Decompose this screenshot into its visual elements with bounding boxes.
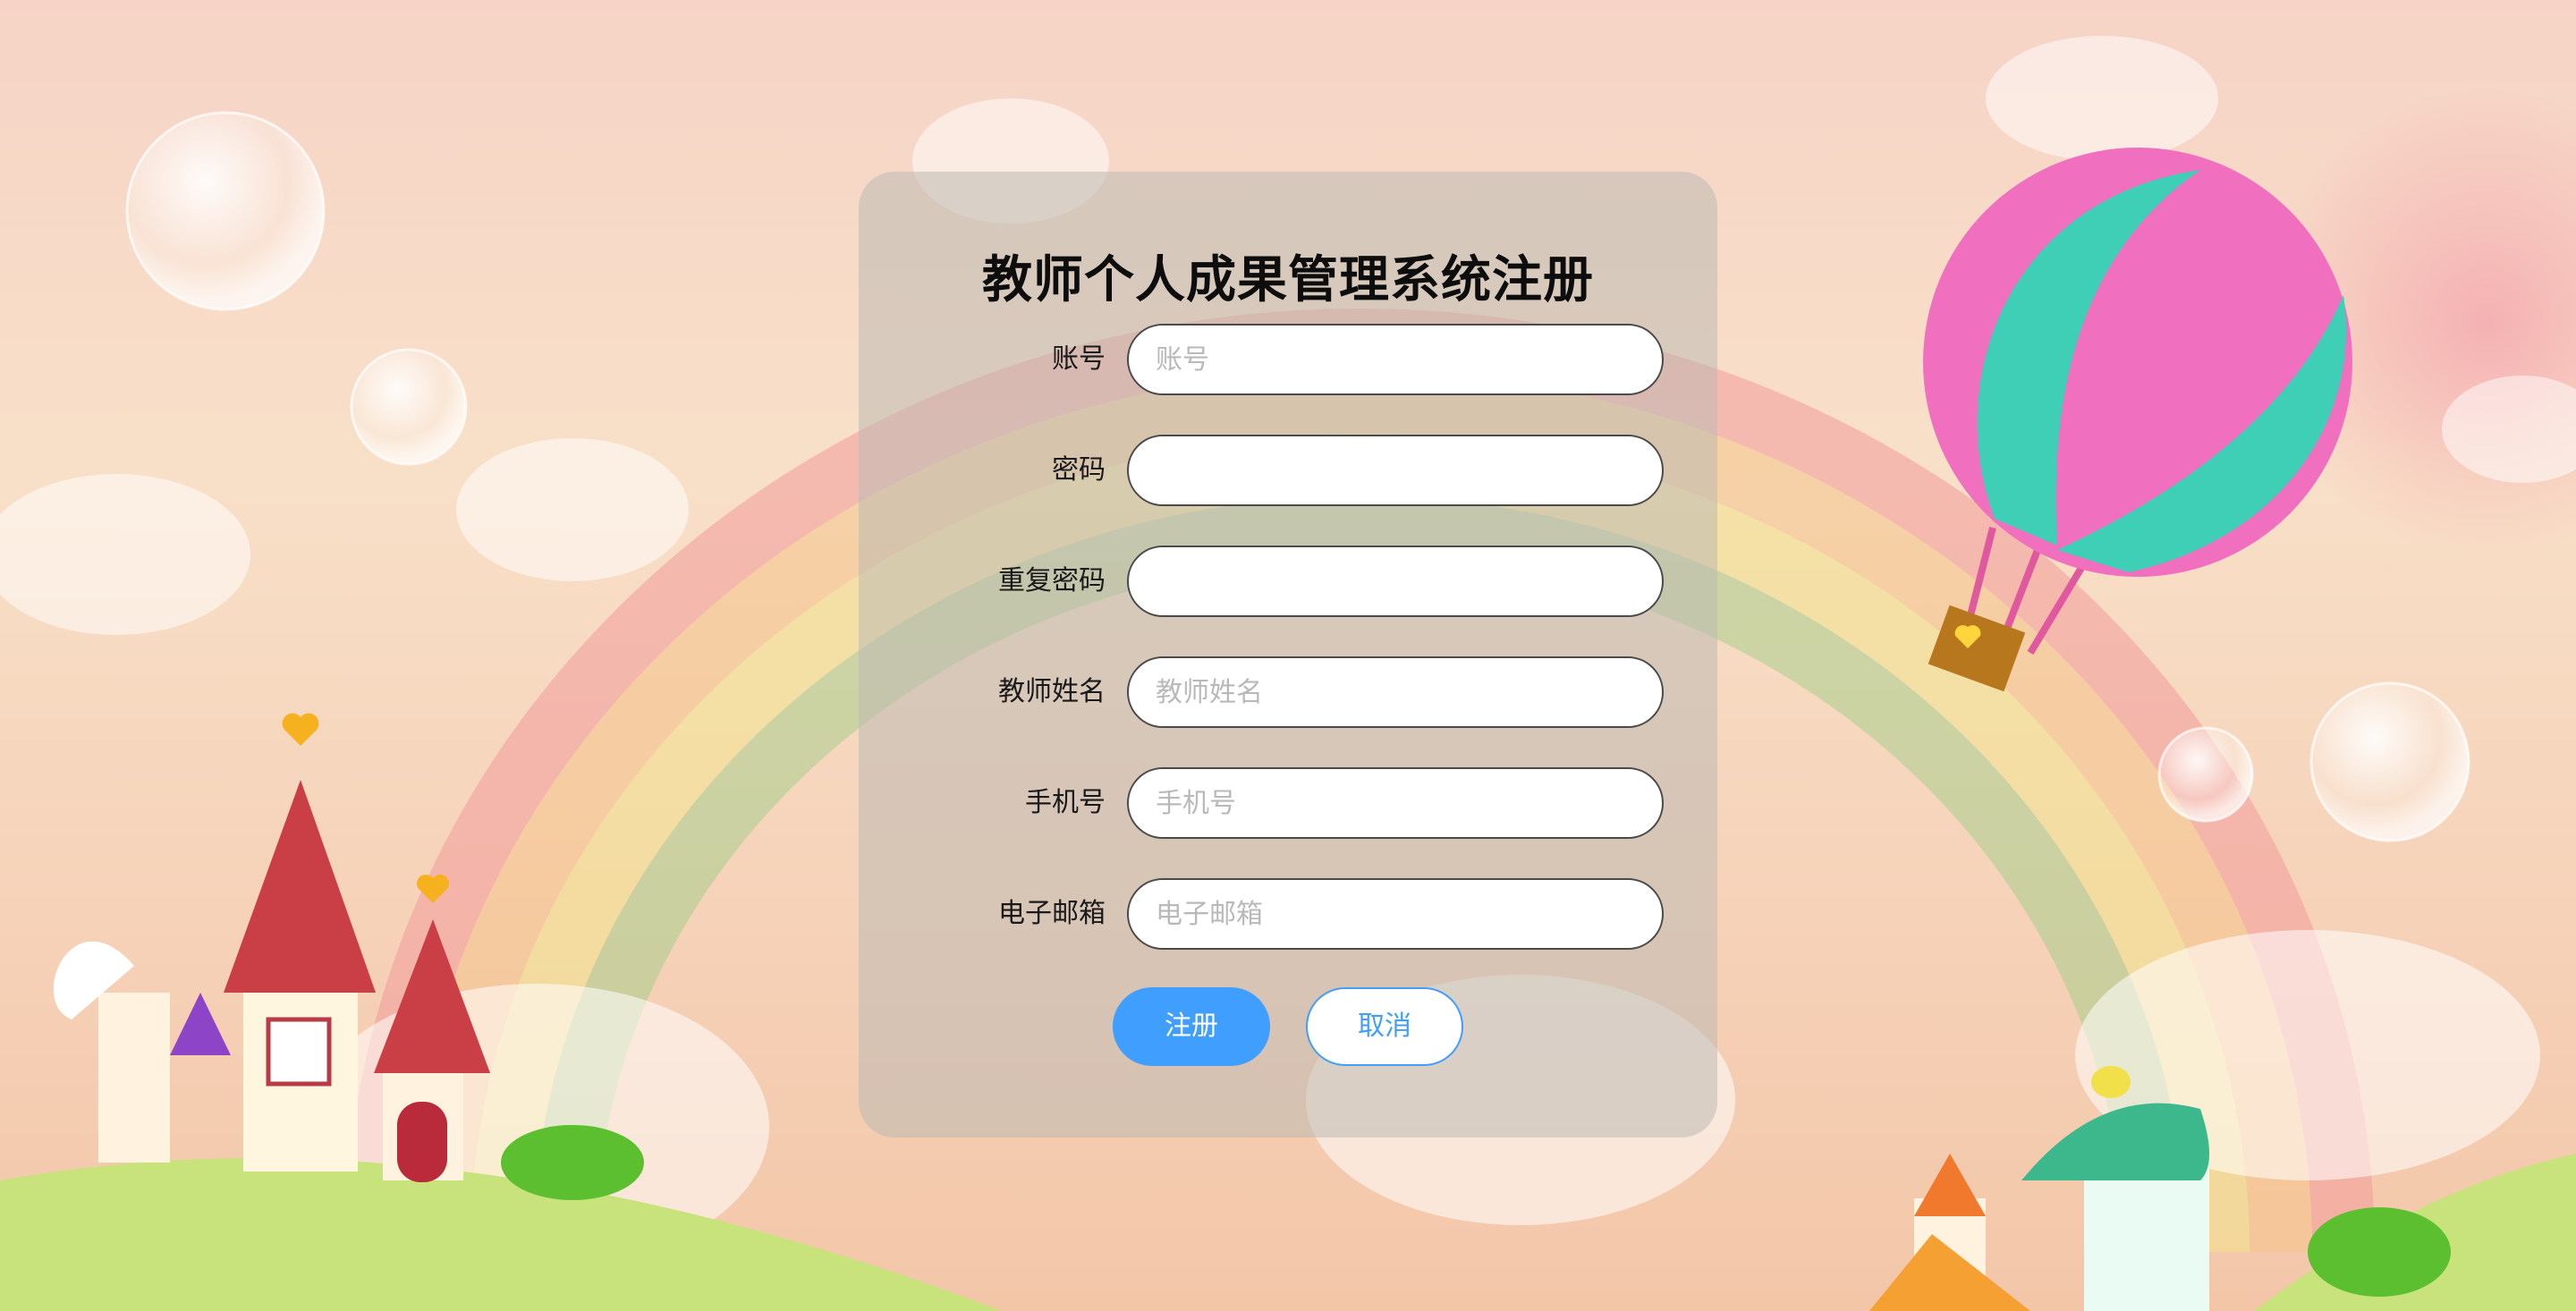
repeat-password-input[interactable]: [1127, 546, 1664, 617]
phone-input[interactable]: [1127, 767, 1664, 839]
register-card: [859, 172, 1717, 1138]
register-button[interactable]: 注册: [1113, 987, 1270, 1066]
form-row-repeat-password: 重复密码: [948, 546, 1664, 617]
form-row-account: 账号: [948, 324, 1664, 395]
account-label: 账号: [1052, 343, 1106, 375]
password-input[interactable]: [1127, 435, 1664, 506]
email-label: 电子邮箱: [998, 898, 1106, 929]
form-row-email: 电子邮箱: [948, 878, 1664, 950]
phone-label: 手机号: [1025, 787, 1106, 818]
form-row-password: 密码: [948, 435, 1664, 506]
repeat-password-label: 重复密码: [998, 565, 1106, 596]
page-title: 教师个人成果管理系统注册: [982, 251, 1594, 309]
form-row-teacher-name: 教师姓名: [948, 656, 1664, 728]
teacher-name-input[interactable]: [1127, 656, 1664, 728]
email-input[interactable]: [1127, 878, 1664, 950]
account-input[interactable]: [1127, 324, 1664, 395]
teacher-name-label: 教师姓名: [998, 676, 1106, 707]
password-label: 密码: [1052, 454, 1106, 486]
cancel-button[interactable]: 取消: [1306, 987, 1463, 1066]
form-row-phone: 手机号: [948, 767, 1664, 839]
